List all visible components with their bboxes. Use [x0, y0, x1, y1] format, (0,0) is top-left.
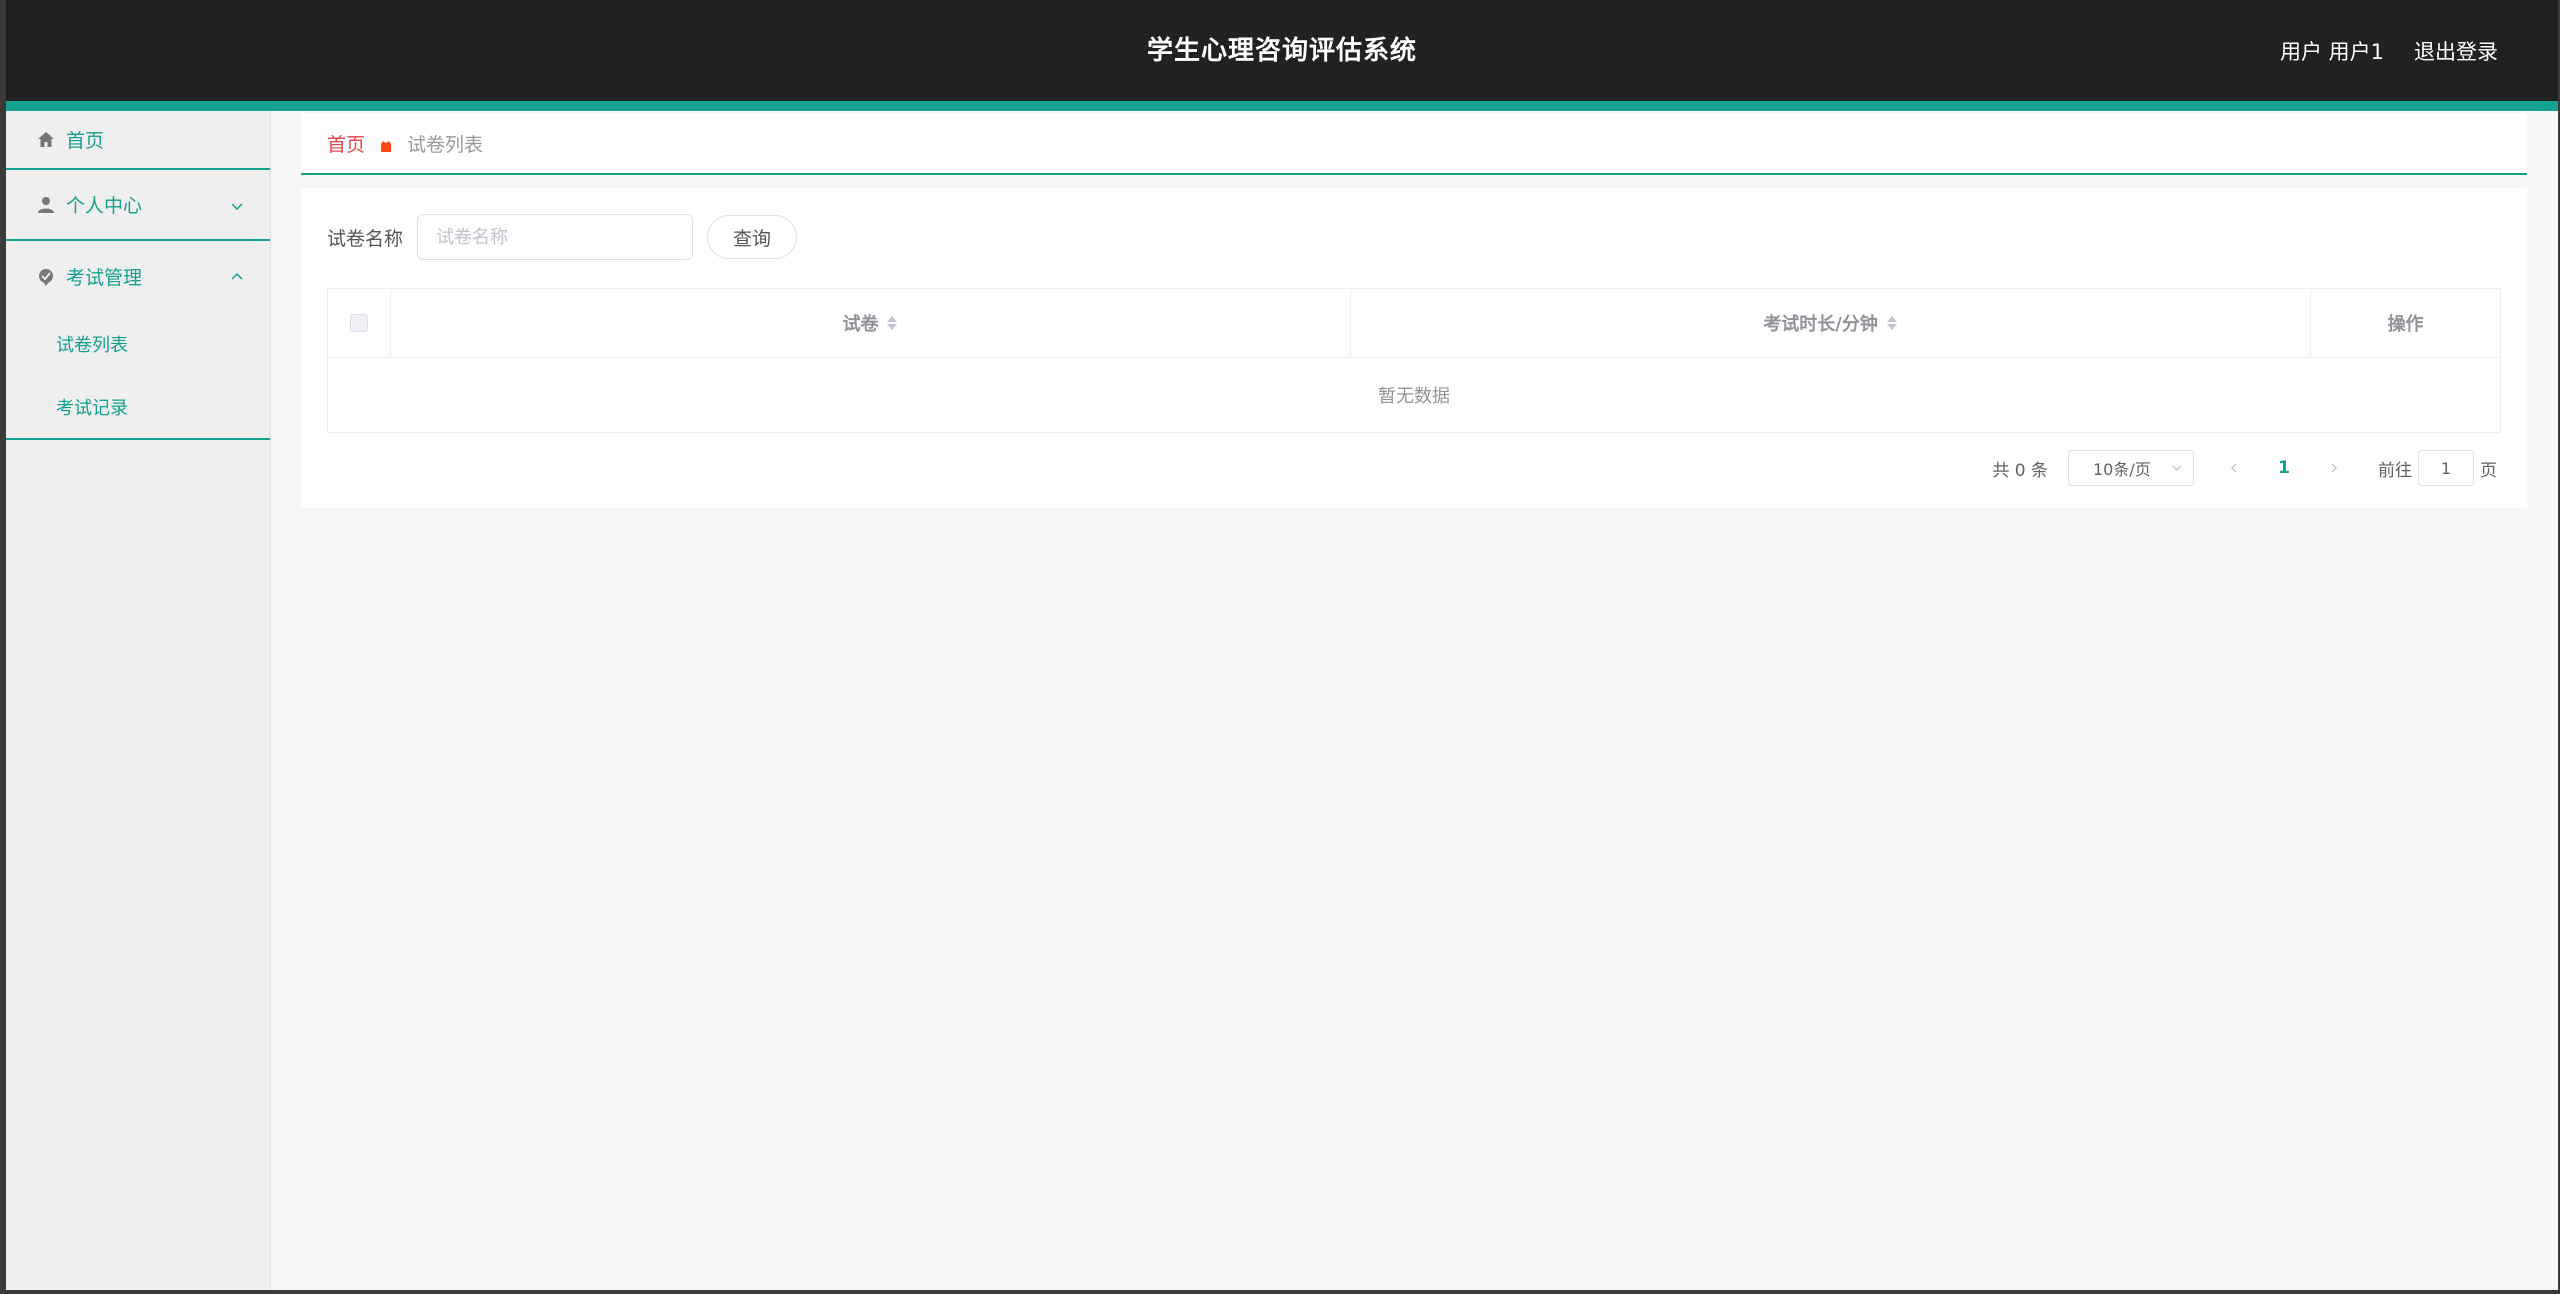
sidebar-item-exam-management[interactable]: 考试管理 — [6, 241, 270, 312]
select-all-checkbox[interactable] — [349, 314, 368, 332]
pagination-total: 共 0 条 — [1992, 460, 2048, 481]
sort-icon[interactable] — [886, 314, 898, 332]
current-user: 用户 用户1 — [2279, 40, 2384, 64]
column-header-duration[interactable]: 考试时长/分钟 — [1351, 289, 2312, 357]
sidebar-item-label: 首页 — [66, 130, 105, 152]
column-header-paper[interactable]: 试卷 — [391, 289, 1352, 357]
select-all-cell — [328, 289, 391, 357]
app-title: 学生心理咨询评估系统 — [1146, 36, 1417, 66]
home-icon — [36, 130, 56, 150]
exam-icon — [36, 267, 56, 287]
breadcrumb-current: 试卷列表 — [407, 133, 484, 156]
content-panel: 试卷名称 查询 试卷 考试时长/分钟 操作 — [301, 188, 2527, 508]
breadcrumb-separator-icon — [379, 136, 393, 152]
goto-label: 前往 — [2378, 460, 2412, 481]
search-form: 试卷名称 查询 — [327, 214, 798, 260]
table-empty-state: 暂无数据 — [1378, 386, 1450, 407]
app-window: 学生心理咨询评估系统 用户 用户1 退出登录 首页 个人中心 考试管理 试卷列表… — [6, 0, 2558, 1290]
sidebar-item-label: 个人中心 — [66, 195, 143, 217]
chevron-up-icon — [230, 267, 244, 281]
column-header-label: 试卷 — [842, 314, 879, 335]
exam-submenu: 试卷列表 考试记录 — [6, 312, 270, 440]
header-user-area: 用户 用户1 退出登录 — [2280, 36, 2498, 66]
column-header-actions: 操作 — [2311, 289, 2500, 357]
sidebar-item-paper-list[interactable]: 试卷列表 — [6, 312, 270, 375]
header-accent-bar — [6, 101, 2558, 111]
sort-icon[interactable] — [1886, 314, 1898, 332]
breadcrumb-home[interactable]: 首页 — [327, 130, 365, 157]
sidebar-item-label: 考试管理 — [66, 267, 143, 289]
chevron-left-icon — [2231, 463, 2237, 473]
next-page-button[interactable] — [2314, 450, 2354, 486]
search-label: 试卷名称 — [327, 227, 404, 250]
column-header-label: 考试时长/分钟 — [1763, 314, 1878, 335]
chevron-down-icon — [2171, 459, 2183, 478]
paper-table: 试卷 考试时长/分钟 操作 暂无数据 — [327, 288, 2501, 433]
sidebar-item-home[interactable]: 首页 — [6, 111, 270, 170]
page-number-current[interactable]: 1 — [2264, 458, 2304, 478]
top-header: 学生心理咨询评估系统 用户 用户1 退出登录 — [6, 0, 2558, 101]
paper-name-input[interactable] — [417, 214, 694, 260]
search-button[interactable]: 查询 — [707, 215, 798, 259]
pagination: 共 0 条 10条/页 1 前往 页 — [1992, 450, 2497, 486]
chevron-right-icon — [2331, 463, 2337, 473]
sidebar-item-exam-records[interactable]: 考试记录 — [6, 375, 270, 438]
prev-page-button[interactable] — [2214, 450, 2254, 486]
breadcrumb: 首页 试卷列表 — [301, 113, 2527, 175]
logout-link[interactable]: 退出登录 — [2414, 36, 2498, 66]
sidebar: 首页 个人中心 考试管理 试卷列表 考试记录 — [6, 111, 271, 1290]
sidebar-item-personal-center[interactable]: 个人中心 — [6, 170, 270, 241]
column-header-label: 操作 — [2387, 314, 2424, 335]
table-header: 试卷 考试时长/分钟 操作 — [328, 289, 2500, 358]
chevron-down-icon — [230, 196, 244, 211]
page-size-value: 10条/页 — [2093, 460, 2151, 479]
page-size-select[interactable]: 10条/页 — [2068, 450, 2194, 486]
user-icon — [36, 195, 56, 215]
goto-page-input[interactable] — [2418, 450, 2474, 486]
page-suffix: 页 — [2480, 460, 2497, 481]
